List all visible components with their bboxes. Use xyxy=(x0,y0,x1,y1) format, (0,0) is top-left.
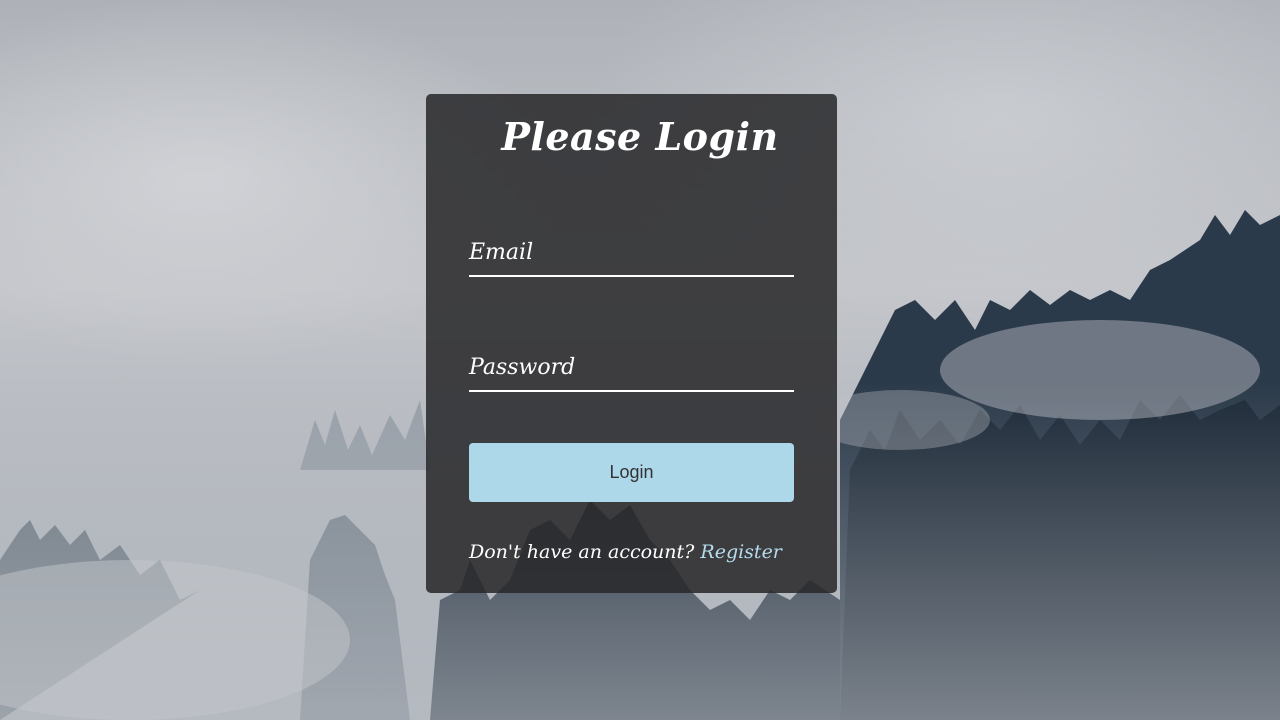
email-placeholder: Email xyxy=(469,240,534,265)
login-button[interactable]: Login xyxy=(469,443,794,502)
register-link[interactable]: Register xyxy=(700,541,782,563)
page-title: Please Login xyxy=(501,114,779,159)
password-field[interactable]: Password xyxy=(469,348,794,392)
register-prompt-line: Don't have an account? Register xyxy=(469,541,782,563)
password-placeholder: Password xyxy=(469,355,576,380)
login-card xyxy=(426,94,837,593)
email-field[interactable]: Email xyxy=(469,233,794,277)
register-prompt-text: Don't have an account? xyxy=(469,541,695,563)
